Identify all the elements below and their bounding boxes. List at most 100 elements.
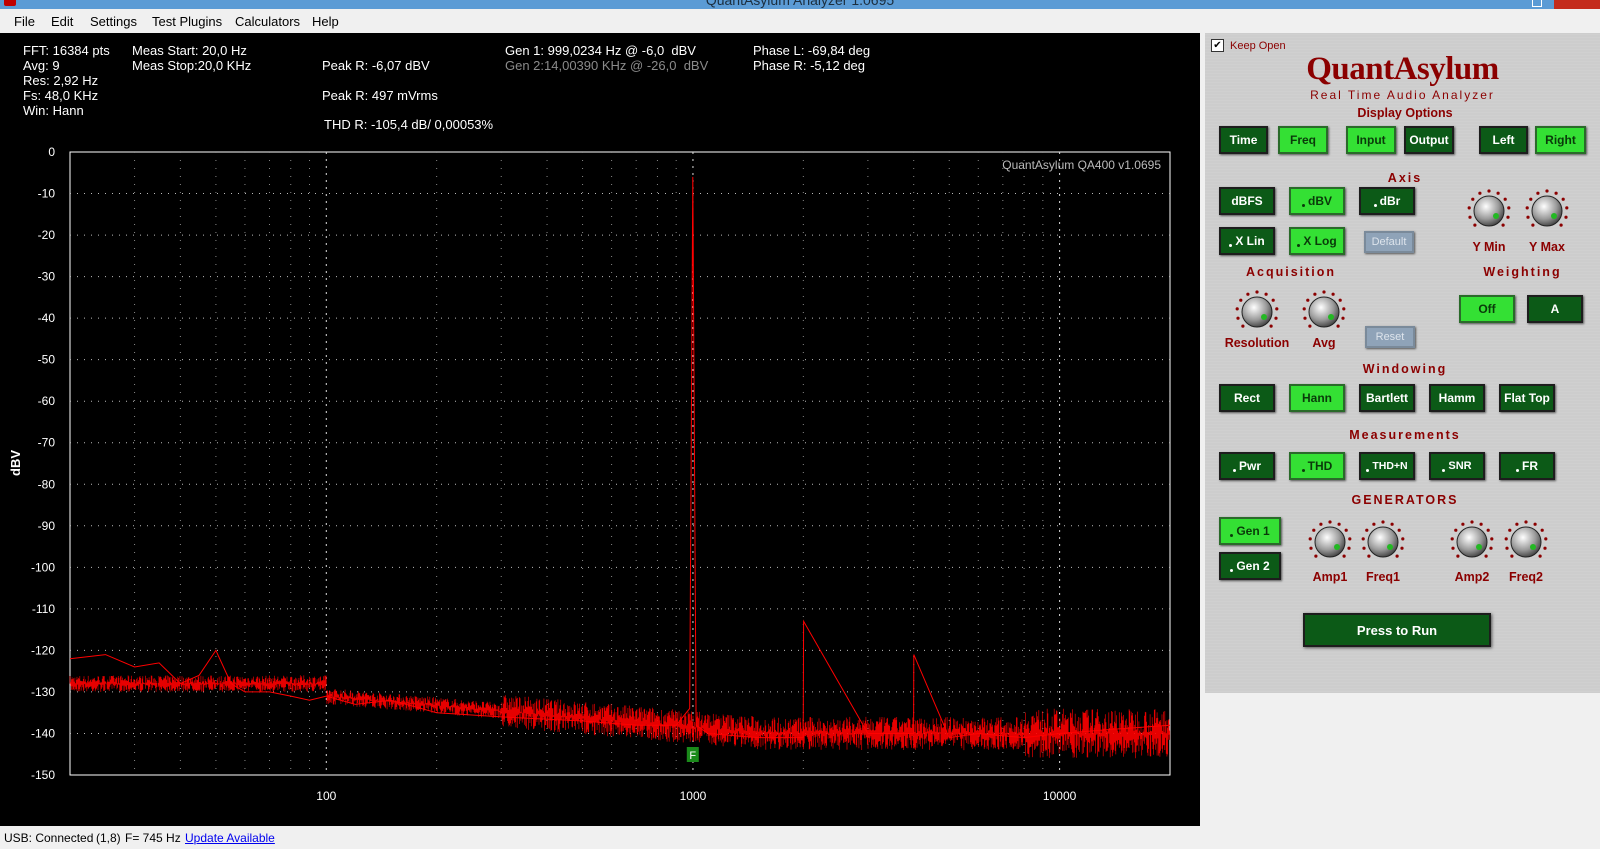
menu-help[interactable]: Help [312,14,339,29]
bartlett-label: Bartlett [1365,391,1408,405]
hamm-label: Hamm [1438,391,1476,405]
radio-dot-icon [1229,243,1233,247]
left-button[interactable]: Left [1479,126,1528,154]
y-tick-label: -140 [31,726,55,740]
weighting-a-button[interactable]: A [1527,295,1583,323]
y-max-knob[interactable] [1525,189,1569,233]
y-tick-label: -150 [31,768,55,782]
flat-top-window-button[interactable]: Flat Top [1499,384,1555,412]
x-tick-label: 1000 [680,789,707,803]
knob-icon [1525,189,1569,227]
y-tick-label: -60 [38,394,56,408]
y-min-knob[interactable] [1467,189,1511,233]
weighting-off-button[interactable]: Off [1459,295,1515,323]
x-log-label: X Log [1303,234,1337,248]
measurements-heading: Measurements [1295,428,1515,442]
y-tick-label: -40 [38,311,56,325]
rect-window-button[interactable]: Rect [1219,384,1275,412]
freq-button[interactable]: Freq [1278,126,1328,154]
axis-title: Axis [1387,171,1423,185]
windowing-heading: Windowing [1315,362,1495,376]
dbv-button[interactable]: dBV [1289,187,1345,215]
thd-n-button[interactable]: THD+N [1359,452,1415,480]
y-tick-label: -70 [38,436,56,450]
gen2-label: Gen 2 [1236,559,1270,573]
cursor-frequency: F= 745 Hz [125,831,181,845]
y-tick-label: -130 [31,685,55,699]
menu-edit[interactable]: Edit [51,14,73,29]
y-axis-label: dBV [8,450,23,476]
y-tick-label: -90 [38,519,56,533]
freq2-label: Freq2 [1508,570,1544,584]
update-available-link[interactable]: Update Available [185,831,275,845]
y-axis-ticks: 0 -10 -20 -30 -40 -50 -60 -70 -80 -90 -100 -110 -120… [31,145,55,782]
amp2-knob[interactable] [1450,520,1494,564]
y-max-label: Y Max [1529,240,1565,254]
menu-test-plugins[interactable]: Test Plugins [152,14,222,29]
menu-settings[interactable]: Settings [90,14,137,29]
freq-label: Freq [1289,133,1316,147]
knob-icon [1467,189,1511,227]
menu-file[interactable]: File [14,14,35,29]
window-title: QuantAsylum Analyzer 1.0695 [705,0,895,8]
freq1-knob[interactable] [1361,520,1405,564]
fundamental-marker-label: F [689,750,696,762]
default-button[interactable]: Default [1364,231,1414,253]
fr-label: FR [1522,459,1538,473]
dbv-label: dBV [1308,194,1332,208]
spectrum-chart[interactable]: 0 -10 -20 -30 -40 -50 -60 -70 -80 -90 -100 -110 -120… [0,33,1200,826]
freq2-knob[interactable] [1504,520,1548,564]
dbfs-button[interactable]: dBFS [1219,187,1275,215]
noise-floor [69,675,1171,759]
right-button[interactable]: Right [1535,126,1586,154]
weighting-off-label: Off [1478,302,1496,316]
input-label: Input [1356,133,1386,147]
radio-dot-icon [1442,468,1446,472]
run-button[interactable]: Press to Run [1303,613,1491,647]
output-button[interactable]: Output [1404,126,1454,154]
rect-label: Rect [1233,391,1260,405]
thd-button[interactable]: THD [1289,452,1345,480]
version-watermark: QuantAsylum QA400 v1.0695 [1002,158,1161,172]
y-tick-label: -30 [38,270,56,284]
y-tick-label: 0 [48,145,55,159]
left-label: Left [1492,133,1515,147]
pwr-button[interactable]: Pwr [1219,452,1275,480]
y-tick-label: -120 [31,643,55,657]
gen2-button[interactable]: Gen 2 [1219,552,1281,580]
menu-calculators[interactable]: Calculators [235,14,300,29]
fr-button[interactable]: FR [1499,452,1555,480]
resolution-knob[interactable] [1235,290,1279,334]
time-button[interactable]: Time [1219,126,1268,154]
radio-dot-icon [1516,468,1519,472]
brand-subtitle: Real Time Audio Analyzer [1310,88,1495,102]
hann-label: Hann [1302,391,1332,405]
x-log-button[interactable]: X Log [1289,227,1345,255]
amp1-knob[interactable] [1308,520,1352,564]
input-button[interactable]: Input [1346,126,1396,154]
bartlett-window-button[interactable]: Bartlett [1359,384,1415,412]
measurements-title: Measurements [1349,428,1461,442]
plot-frame [69,151,1171,776]
y-tick-label: -10 [38,187,56,201]
default-label: Default [1371,236,1407,248]
close-button[interactable] [1554,0,1600,9]
y-tick-label: -100 [31,560,55,574]
control-panel: ✔ Keep Open QuantAsylum Real Time Audio … [1205,33,1600,693]
time-label: Time [1229,133,1258,147]
maximize-icon[interactable] [1532,0,1542,7]
radio-dot-icon [1366,468,1370,472]
dbr-button[interactable]: dBr [1359,187,1415,215]
hann-window-button[interactable]: Hann [1289,384,1345,412]
reset-button[interactable]: Reset [1365,326,1415,348]
noise-texture [69,675,1171,759]
knob-icon [1504,520,1548,558]
snr-button[interactable]: SNR [1429,452,1485,480]
x-lin-button[interactable]: X Lin [1219,227,1275,255]
knob-icon [1235,290,1279,328]
gen1-button[interactable]: Gen 1 [1219,517,1281,545]
thd-label: THD [1307,459,1333,473]
hamm-window-button[interactable]: Hamm [1429,384,1485,412]
usb-status: USB: Connected [4,831,94,845]
avg-knob[interactable] [1302,290,1346,334]
